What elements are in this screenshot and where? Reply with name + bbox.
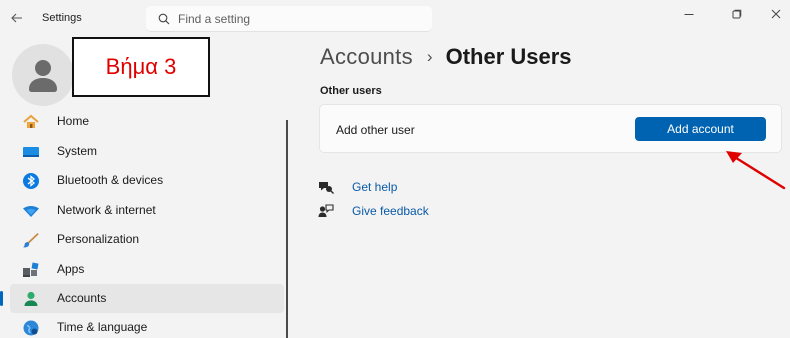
- network-icon: [23, 206, 39, 217]
- sidebar-item-time-language[interactable]: Time & language: [10, 313, 284, 338]
- sidebar-item-system[interactable]: System: [10, 137, 284, 166]
- minimize-button[interactable]: [678, 4, 700, 24]
- back-arrow-icon: [11, 13, 22, 23]
- add-other-user-card: Add other user Add account: [319, 104, 782, 153]
- give-feedback-label[interactable]: Give feedback: [352, 204, 429, 218]
- page-title: Other Users: [445, 44, 572, 69]
- give-feedback-link[interactable]: Give feedback: [318, 203, 429, 219]
- accounts-icon: [24, 291, 38, 306]
- breadcrumb: Accounts › Other Users: [320, 44, 572, 70]
- help-icon: [319, 182, 334, 194]
- step-label: Βήμα 3: [105, 54, 177, 79]
- sidebar-item-network[interactable]: Network & internet: [10, 196, 284, 225]
- sidebar-item-label: System: [57, 144, 98, 158]
- sidebar-divider: [286, 120, 288, 338]
- maximize-button[interactable]: [726, 4, 748, 24]
- get-help-label[interactable]: Get help: [352, 180, 397, 194]
- apps-icon: [23, 262, 39, 277]
- breadcrumb-parent[interactable]: Accounts: [320, 44, 413, 70]
- search-box[interactable]: [146, 6, 432, 32]
- bluetooth-icon: [23, 173, 39, 189]
- system-icon: [23, 147, 39, 157]
- sidebar-item-personalization[interactable]: Personalization: [10, 225, 284, 254]
- sidebar-item-apps[interactable]: Apps: [10, 255, 284, 284]
- home-icon: [23, 114, 39, 128]
- selected-indicator: [0, 291, 3, 306]
- step-label-box: Βήμα 3: [72, 37, 210, 97]
- back-button[interactable]: [8, 10, 26, 28]
- close-icon: [771, 9, 781, 19]
- section-heading: Other users: [320, 85, 382, 97]
- add-account-button[interactable]: Add account: [635, 117, 766, 141]
- sidebar-item-label: Personalization: [57, 232, 140, 246]
- app-title: Settings: [42, 12, 82, 24]
- sidebar-item-label: Home: [57, 114, 90, 128]
- close-button[interactable]: [765, 4, 787, 24]
- sidebar-item-accounts[interactable]: Accounts: [10, 284, 284, 313]
- sidebar-item-label: Accounts: [57, 291, 107, 305]
- personalization-icon: [23, 233, 39, 248]
- sidebar-item-bluetooth[interactable]: Bluetooth & devices: [10, 166, 284, 195]
- sidebar-item-home[interactable]: Home: [10, 107, 284, 136]
- sidebar-item-label: Network & internet: [57, 203, 156, 217]
- search-input[interactable]: [178, 11, 418, 26]
- sidebar-item-label: Time & language: [57, 320, 148, 334]
- breadcrumb-separator-icon: ›: [426, 47, 433, 66]
- search-icon: [158, 13, 170, 24]
- get-help-link[interactable]: Get help: [318, 179, 397, 195]
- maximize-icon: [732, 9, 742, 19]
- minimize-icon: [684, 14, 694, 15]
- card-label: Add other user: [336, 123, 415, 137]
- red-arrow-annotation: [726, 151, 786, 190]
- sidebar-item-label: Bluetooth & devices: [57, 173, 164, 187]
- time-language-icon: [23, 320, 39, 336]
- sidebar-item-label: Apps: [57, 262, 85, 276]
- user-silhouette-icon: [29, 60, 57, 92]
- feedback-icon: [318, 204, 334, 217]
- avatar: [12, 44, 74, 106]
